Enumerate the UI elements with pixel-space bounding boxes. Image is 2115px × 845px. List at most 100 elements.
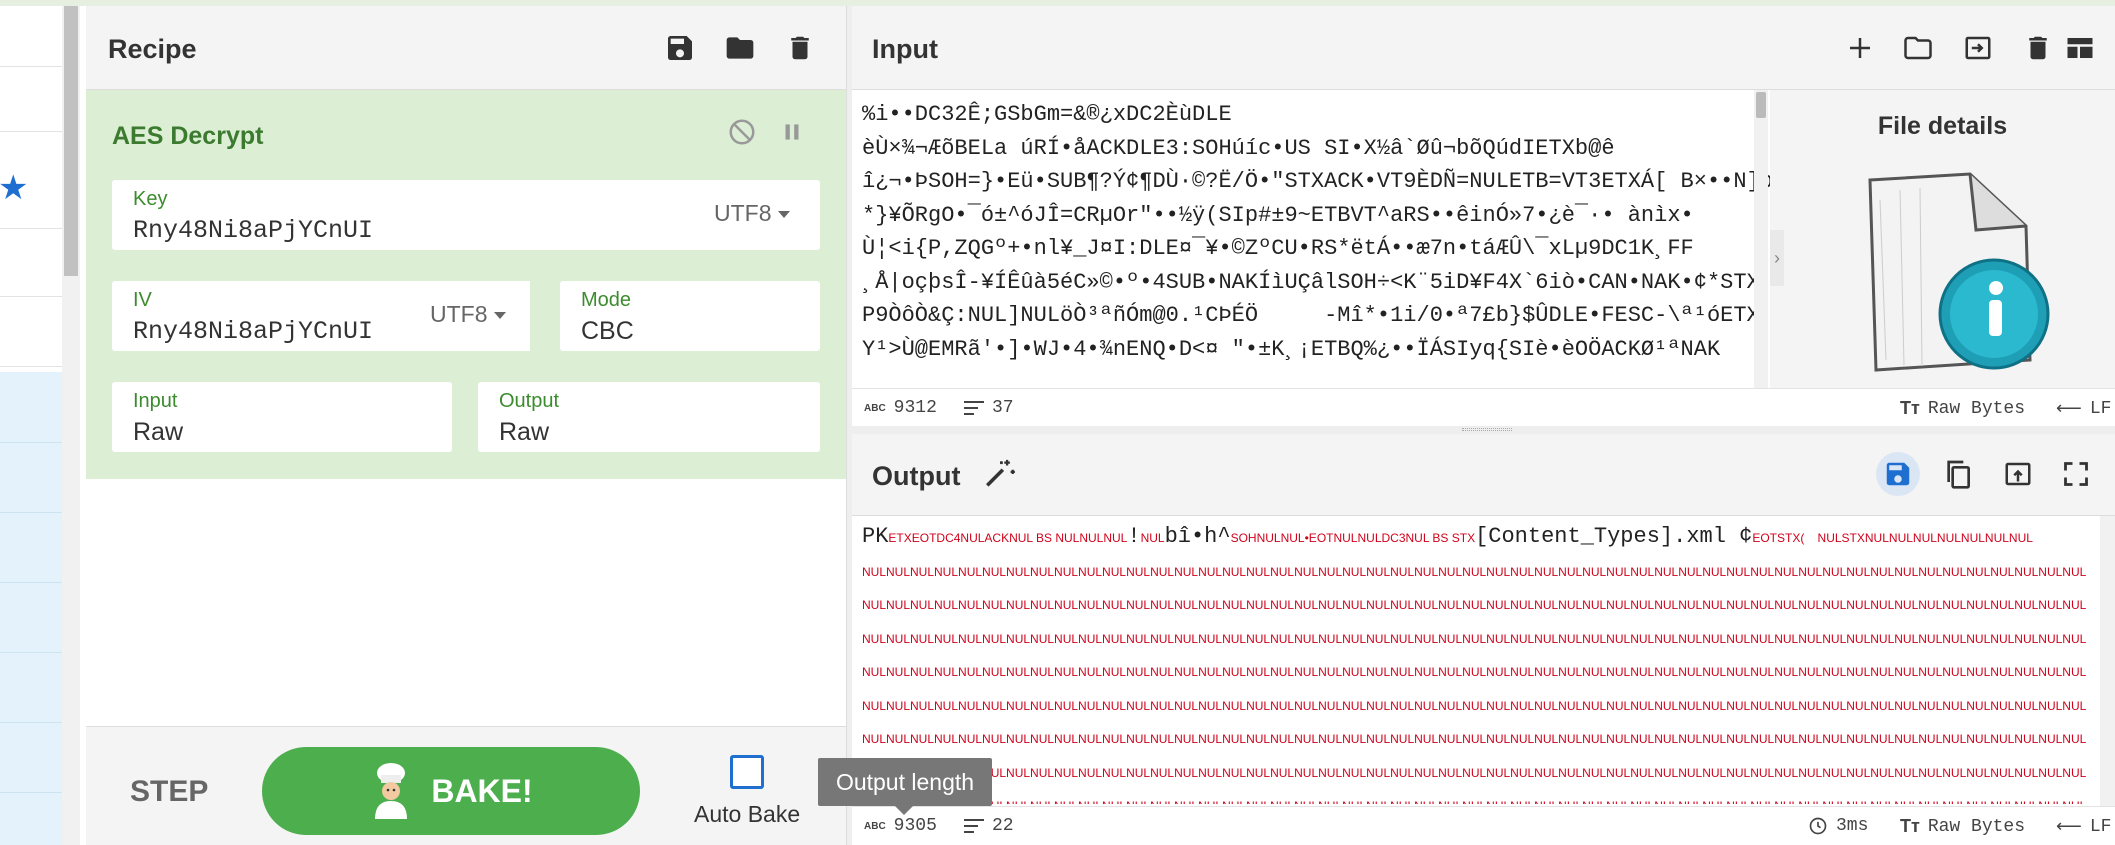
chef-icon: [375, 763, 408, 819]
auto-bake-label: Auto Bake: [694, 801, 801, 827]
aes-decrypt-operation: AES Decrypt Key Rny48Ni8aPjYCnUI UTF8 IV…: [86, 90, 846, 479]
open-file-input-icon[interactable]: [1958, 28, 1998, 68]
step-button[interactable]: STEP: [130, 775, 208, 809]
bake-button[interactable]: BAKE!: [262, 747, 640, 835]
return-arrow-icon: ⟵: [2056, 398, 2082, 418]
iv-label: IV: [133, 289, 152, 311]
output-length-tooltip: Output length: [818, 758, 992, 806]
clear-recipe-trash-icon[interactable]: [780, 28, 820, 68]
output-line: NULNULNULNULNULNULNULNULNULNULNULNULNULN…: [862, 598, 2087, 612]
output-status-bar: ABC 9305 22 3ms Tт Raw Bytes ⟵ LF: [852, 806, 2115, 845]
output-scrollbar[interactable]: [2100, 516, 2115, 806]
input-format-label: Input: [133, 390, 178, 412]
operations-category-list: [0, 372, 62, 845]
lines-icon: [964, 819, 984, 833]
mode-label: Mode: [581, 289, 632, 311]
key-field[interactable]: Key Rny48Ni8aPjYCnUI UTF8: [112, 180, 820, 250]
save-output-icon[interactable]: [1876, 452, 1920, 496]
output-format-label: Output: [499, 390, 560, 412]
favourite-star-icon[interactable]: ★: [0, 170, 34, 206]
input-textarea[interactable]: %i••DC32Ê;GSbGm=&®¿xDC2ÈùDLE èÙ×¾¬ÆõBELa …: [862, 98, 1862, 388]
input-line: *}¥ÕRgO•¯ó±^óJÎ=CRµOr"••½ÿ(SIp#±9~ETBVT^…: [862, 202, 1694, 228]
mode-select[interactable]: CBC: [581, 317, 634, 346]
bake-label: BAKE!: [431, 772, 533, 809]
output-length-stat[interactable]: ABC 9305: [864, 816, 937, 836]
output-line: NULNULNULNULNULNULNULNULNULNULNULNULNULN…: [862, 564, 2087, 579]
operations-scrollbar-thumb[interactable]: [64, 6, 78, 276]
input-length-stat: ABC 9312: [864, 398, 937, 418]
recipe-header: Recipe: [86, 6, 846, 90]
input-line: î¿¬•ÞSOH=}•Eü•SUB¶?Ý¢¶DÙ·©?Ë/Ö•"STXACK•V…: [862, 169, 1839, 194]
text-format-icon: Tт: [1900, 816, 1920, 836]
input-status-bar: ABC 9312 37 Tт Raw Bytes ⟵ LF: [852, 388, 2115, 426]
input-line: ¸Å|oçþsÎ-¥ÍÊûà5éC»©•º•4SUB•NAKÍìUÇâlSOH÷…: [862, 269, 1760, 295]
output-line: NULNULNULNULNULNULNULNULNULNULNULNULNULN…: [862, 698, 2087, 713]
output-format-toggle[interactable]: Tт Raw Bytes: [1900, 816, 2025, 837]
iv-encoding-label[interactable]: UTF8: [430, 301, 506, 328]
replace-input-icon[interactable]: [1998, 454, 2038, 494]
bake-time-stat: 3ms: [1808, 816, 1868, 836]
output-title: Output: [872, 461, 961, 491]
input-title: Input: [872, 34, 938, 64]
open-folder-icon[interactable]: [1898, 28, 1938, 68]
output-line: NULNULNULNULNULNULNULNULNULNULNULNULNULN…: [862, 790, 2092, 804]
load-recipe-folder-icon[interactable]: [720, 28, 760, 68]
output-header: Output: [852, 434, 2115, 516]
key-label: Key: [133, 188, 168, 210]
input-lines-stat: 37: [964, 398, 1014, 418]
input-line: èÙ×¾¬ÆõBELa úRÍ•åACKDLE3:SOHúíc•US SI•X½…: [862, 135, 1615, 161]
output-format-field[interactable]: Output Raw: [478, 382, 820, 452]
input-panel: Input %i••DC32Ê;GSbGm=&®¿xDC2ÈùDLE èÙ×¾¬Æ…: [852, 6, 2115, 426]
magic-wand-icon[interactable]: [980, 454, 1020, 494]
file-info-icon: [1868, 172, 2050, 372]
disable-operation-icon[interactable]: [722, 112, 762, 152]
operation-title: AES Decrypt: [112, 122, 264, 150]
output-line: NULNULNULNULNULNULNULNULNULNULNULNULNULN…: [862, 765, 2087, 780]
return-arrow-icon: ⟵: [2056, 816, 2082, 836]
clock-icon: [1809, 817, 1827, 835]
input-format-toggle[interactable]: Tт Raw Bytes: [1900, 398, 2025, 419]
save-recipe-icon[interactable]: [660, 28, 700, 68]
lines-icon: [964, 401, 984, 415]
output-line: NULNULNULNULNULNULNULNULNULNULNULNULNULN…: [862, 665, 2087, 679]
maximise-output-icon[interactable]: [2056, 454, 2096, 494]
file-details-pane: › File details: [1770, 90, 2115, 388]
input-line: %i••DC32Ê;GSbGm=&®¿xDC2ÈùDLE: [862, 102, 1232, 127]
layout-reset-icon[interactable]: [2060, 28, 2100, 68]
recipe-panel: Recipe AES Decrypt Key Rny48Ni8aPjYCnUI …: [86, 6, 846, 845]
add-tab-plus-icon[interactable]: [1840, 28, 1880, 68]
input-line: Y¹>Ù@EMRã'•]•WJ•4•¾nENQ•D<¤ "•±K¸¡ETBQ%¿…: [862, 336, 1721, 362]
mode-field[interactable]: Mode CBC: [560, 281, 820, 351]
input-scrollbar-thumb[interactable]: [1756, 92, 1766, 118]
copy-output-icon[interactable]: [1938, 454, 1978, 494]
input-header: Input: [852, 6, 2115, 90]
key-encoding-dropdown[interactable]: UTF8: [714, 200, 790, 227]
output-eol-toggle[interactable]: ⟵ LF: [2056, 816, 2111, 837]
pause-operation-icon[interactable]: [772, 112, 812, 152]
file-details-title: File details: [1877, 112, 2008, 140]
input-format-select[interactable]: Raw: [133, 418, 183, 447]
text-format-icon: Tт: [1900, 398, 1920, 418]
output-format-select[interactable]: Raw: [499, 418, 549, 447]
tooltip-arrow: [895, 806, 913, 815]
bake-controls: STEP BAKE! Auto Bake: [86, 726, 846, 845]
file-details-collapse-chevron-icon[interactable]: ›: [1770, 230, 1784, 286]
key-input[interactable]: Rny48Ni8aPjYCnUI: [133, 216, 373, 245]
abc-icon: ABC: [864, 820, 886, 832]
clear-input-trash-icon[interactable]: [2018, 28, 2058, 68]
auto-bake-checkbox[interactable]: [730, 755, 764, 789]
input-line: Ù¦<i{P,ZQGº+•nl¥_J¤I:DLE¤¯¥•©ZºCU•RS*ëtÁ…: [862, 236, 1694, 261]
iv-input[interactable]: Rny48Ni8aPjYCnUI: [133, 317, 373, 346]
output-line: NULNULNULNULNULNULNULNULNULNULNULNULNULN…: [862, 631, 2087, 646]
output-textarea[interactable]: PKETXEOTDC4NULACKNUL BS NULNULNUL!NULbî•…: [862, 520, 2092, 804]
output-panel: Output PKETXEOTDC4NULACKNUL BS NULNULNUL…: [852, 434, 2115, 845]
input-eol-toggle[interactable]: ⟵ LF: [2056, 398, 2111, 419]
output-lines-stat: 22: [964, 816, 1014, 836]
output-line: NULNULNULNULNULNULNULNULNULNULNULNULNULN…: [862, 732, 2087, 746]
splitter-grip[interactable]: [1462, 428, 1512, 431]
input-scrollbar[interactable]: [1754, 90, 1768, 388]
input-line: P9ÒôÒ&Ç:NUL]NULöÒ³ªñÓm@0.¹CÞÉÖ -Mî*•1i/0…: [862, 303, 1760, 328]
input-format-field[interactable]: Input Raw: [112, 382, 452, 452]
abc-icon: ABC: [864, 402, 886, 414]
recipe-title: Recipe: [108, 34, 197, 64]
